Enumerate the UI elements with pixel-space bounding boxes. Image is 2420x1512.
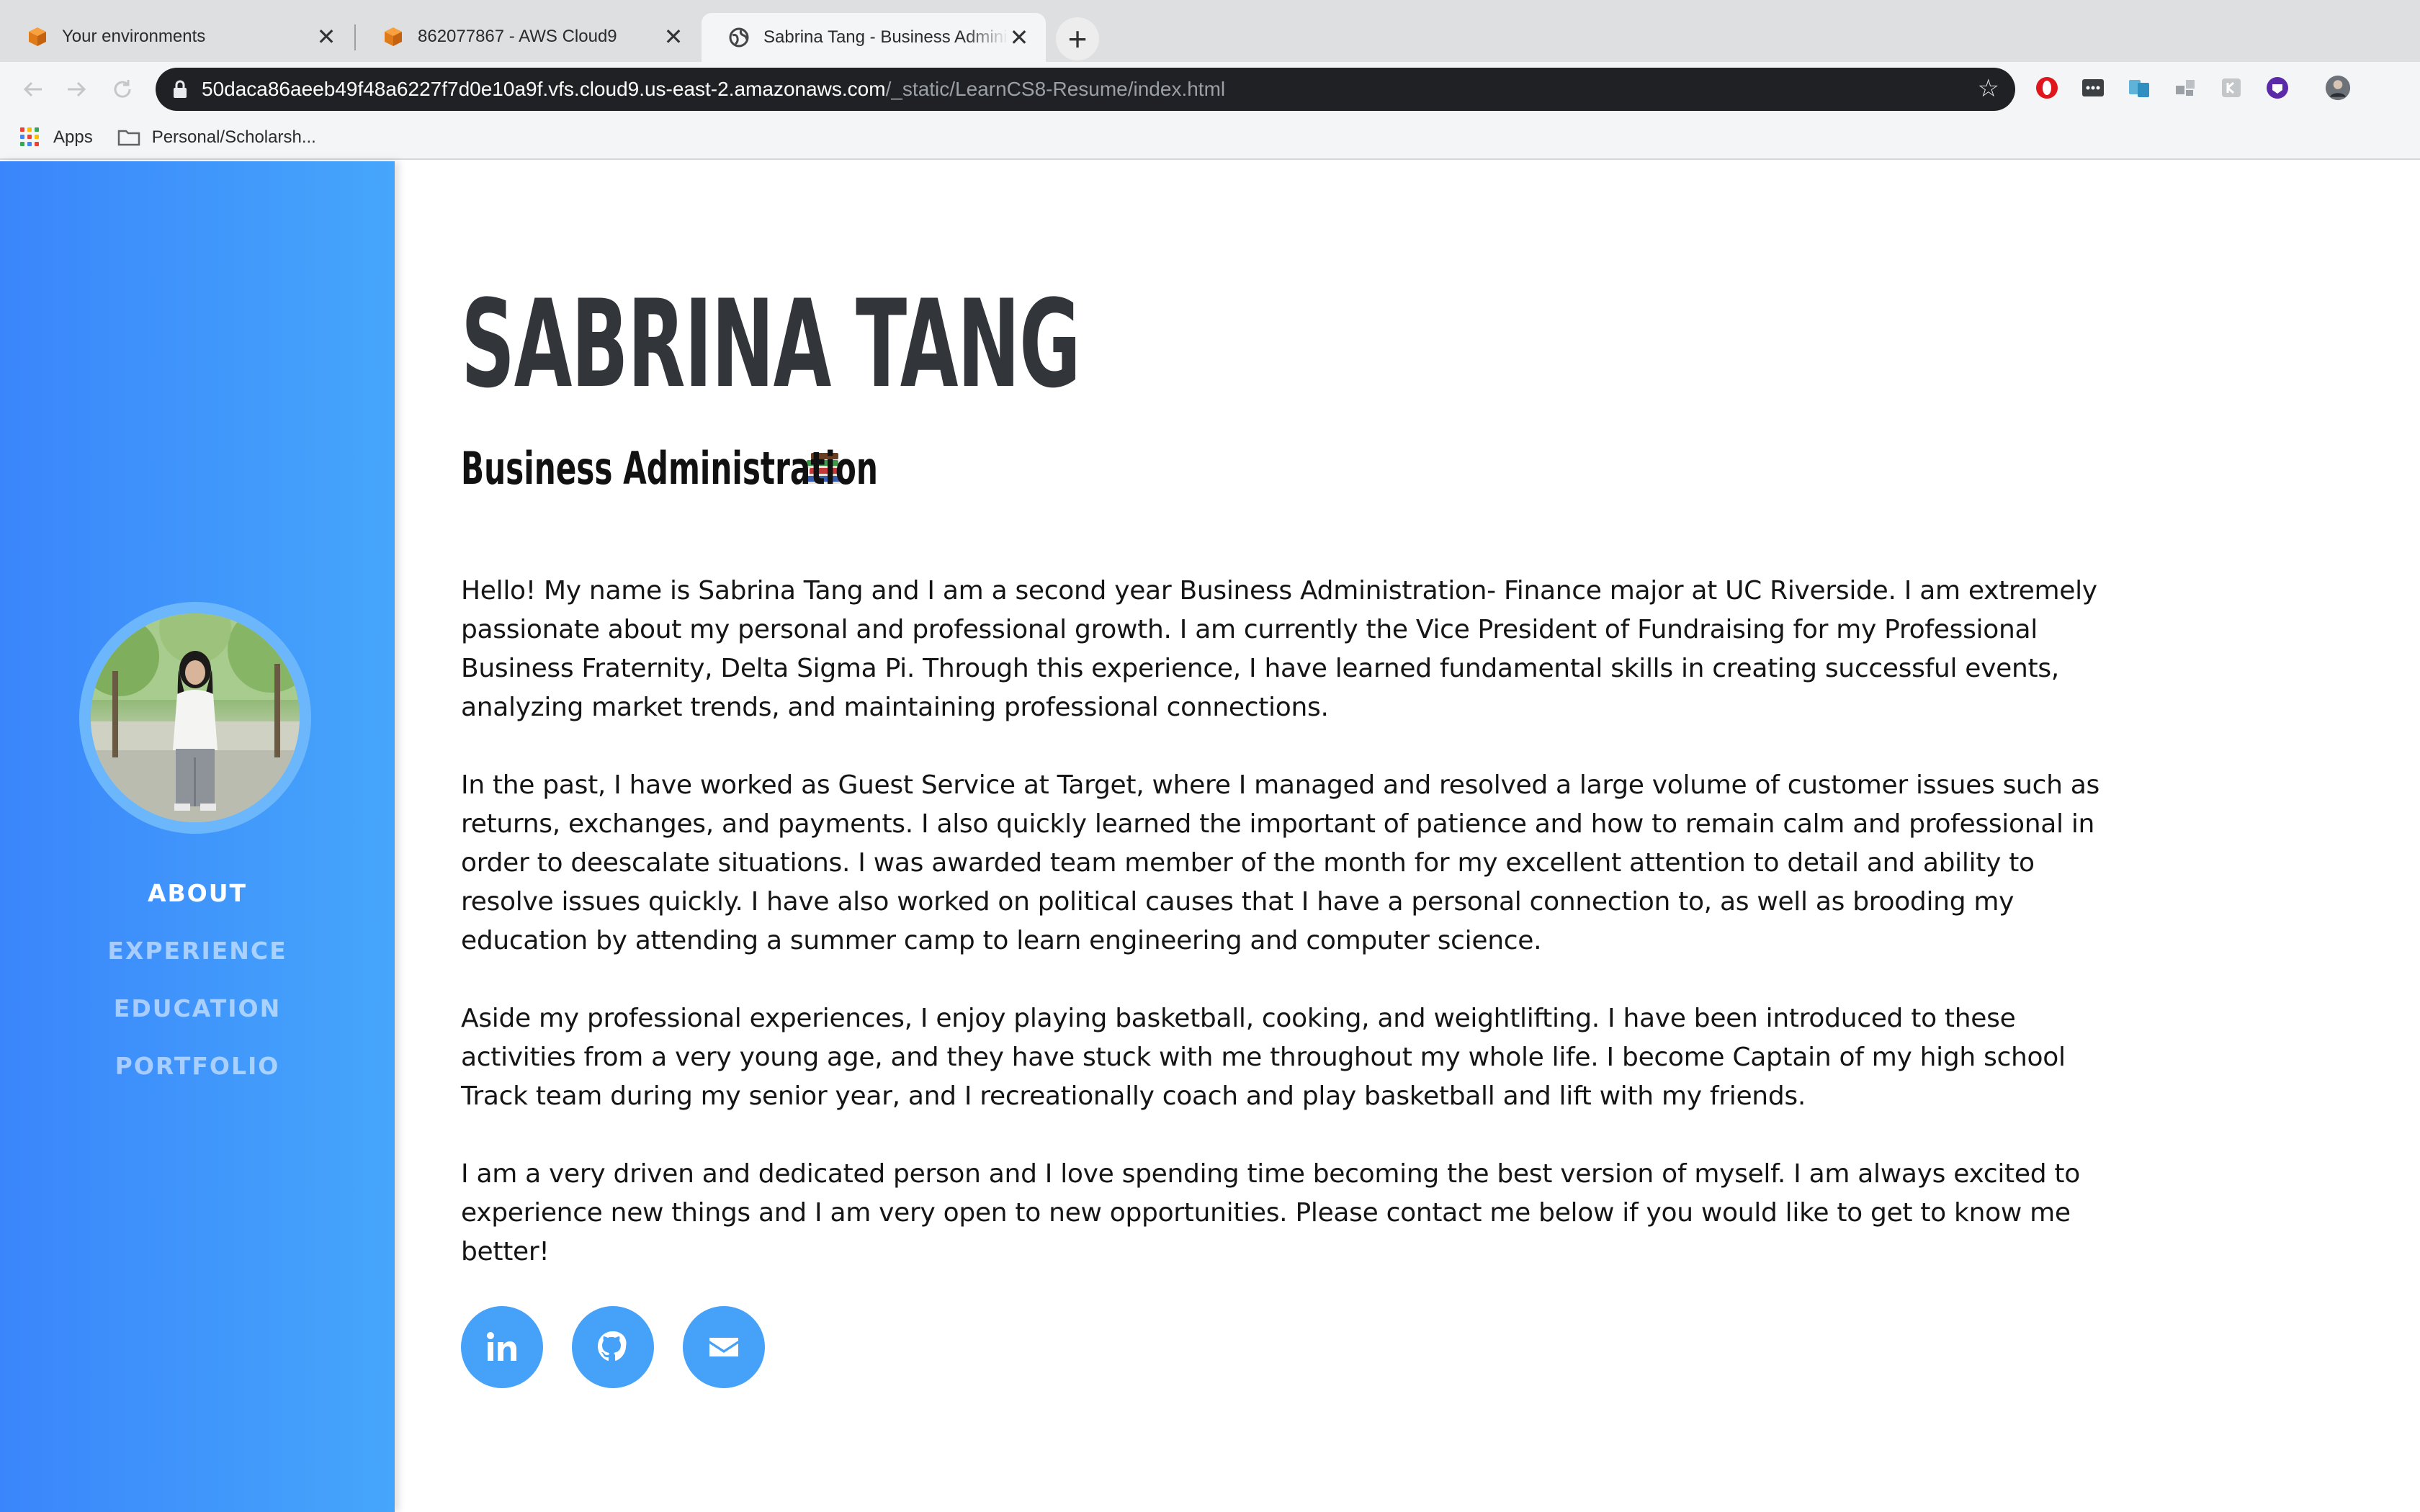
- bio-paragraph: Aside my professional experiences, I enj…: [461, 1004, 2066, 1111]
- github-button[interactable]: [572, 1306, 654, 1388]
- sidebar-nav: ABOUT EXPERIENCE EDUCATION PORTFOLIO: [0, 865, 395, 1095]
- close-icon[interactable]: ✕: [315, 25, 337, 48]
- aws-cube-icon: [382, 25, 405, 48]
- social-links: [461, 1306, 765, 1388]
- reload-icon[interactable]: [108, 75, 137, 104]
- address-bar[interactable]: 50daca86aeeb49f48a6227f7d0e10a9f.vfs.clo…: [156, 68, 2015, 111]
- browser-tabstrip: Your environments ✕ 862077867 - AWS Clou…: [0, 0, 2420, 62]
- forward-arrow-icon[interactable]: [62, 75, 91, 104]
- opera-icon[interactable]: [2034, 75, 2060, 101]
- folder-icon: [117, 130, 140, 146]
- tab-aws-cloud9[interactable]: 862077867 - AWS Cloud9 ✕: [356, 13, 700, 60]
- tab-title: 862077867 - AWS Cloud9: [418, 27, 617, 46]
- subtitle-text: Business Administration: [461, 442, 878, 495]
- close-icon[interactable]: ✕: [1008, 26, 1030, 49]
- vpn-icon[interactable]: [2264, 75, 2290, 101]
- bio: Hello! My name is Sabrina Tang and I am …: [461, 572, 2110, 1310]
- new-tab-button[interactable]: +: [1056, 17, 1099, 60]
- linkedin-icon: [487, 1332, 516, 1361]
- puzzle-icon[interactable]: [2172, 75, 2198, 101]
- page-title: SABRINA TANG: [461, 274, 1081, 415]
- password-icon[interactable]: [2080, 75, 2106, 101]
- bio-paragraph: I am a very driven and dedicated person …: [461, 1159, 2080, 1266]
- bio-paragraph: Hello! My name is Sabrina Tang and I am …: [461, 576, 2097, 722]
- url-host: 50daca86aeeb49f48a6227f7d0e10a9f.vfs.clo…: [202, 78, 886, 100]
- tab-sabrina-tang[interactable]: Sabrina Tang - Business Adminis ✕: [702, 13, 1046, 62]
- nav-experience[interactable]: EXPERIENCE: [0, 922, 395, 980]
- translate-icon[interactable]: [2126, 75, 2152, 101]
- aws-cube-icon: [26, 25, 49, 48]
- url-path: /_static/LearnCS8-Resume/index.html: [885, 78, 1226, 100]
- bio-paragraph: In the past, I have worked as Guest Serv…: [461, 770, 2099, 955]
- profile-photo: [91, 613, 300, 822]
- github-icon: [598, 1331, 627, 1361]
- linkedin-button[interactable]: [461, 1306, 543, 1388]
- bookmarks-bar: Apps Personal/Scholarsh...: [0, 117, 2420, 160]
- close-icon[interactable]: ✕: [663, 25, 684, 48]
- nav-education[interactable]: EDUCATION: [0, 980, 395, 1038]
- avatar-ring: [79, 602, 311, 834]
- bookmark-folder-personal[interactable]: Personal/Scholarsh...: [117, 127, 316, 148]
- bookmark-star-icon[interactable]: ☆: [1978, 76, 1999, 101]
- globe-icon: [727, 26, 750, 49]
- bookmark-apps[interactable]: Apps: [20, 127, 93, 148]
- bookmark-label: Apps: [53, 127, 93, 147]
- nav-portfolio[interactable]: PORTFOLIO: [0, 1038, 395, 1095]
- tab-your-environments[interactable]: Your environments ✕: [0, 13, 353, 60]
- tab-title: Sabrina Tang - Business Adminis: [763, 27, 1008, 47]
- bookmark-label: Personal/Scholarsh...: [151, 127, 316, 147]
- lock-icon: [174, 80, 187, 98]
- sidebar: ABOUT EXPERIENCE EDUCATION PORTFOLIO: [0, 161, 395, 1512]
- tab-title: Your environments: [62, 27, 206, 46]
- avatar: [91, 613, 300, 822]
- email-icon: [709, 1338, 738, 1356]
- back-arrow-icon[interactable]: [19, 75, 48, 104]
- nav-about[interactable]: ABOUT: [0, 865, 395, 922]
- email-button[interactable]: [683, 1306, 765, 1388]
- profile-avatar-icon[interactable]: [2325, 75, 2351, 101]
- reader-icon[interactable]: [2218, 75, 2244, 101]
- subtitle: Business Administration: [461, 442, 878, 495]
- apps-grid-icon: [20, 127, 40, 148]
